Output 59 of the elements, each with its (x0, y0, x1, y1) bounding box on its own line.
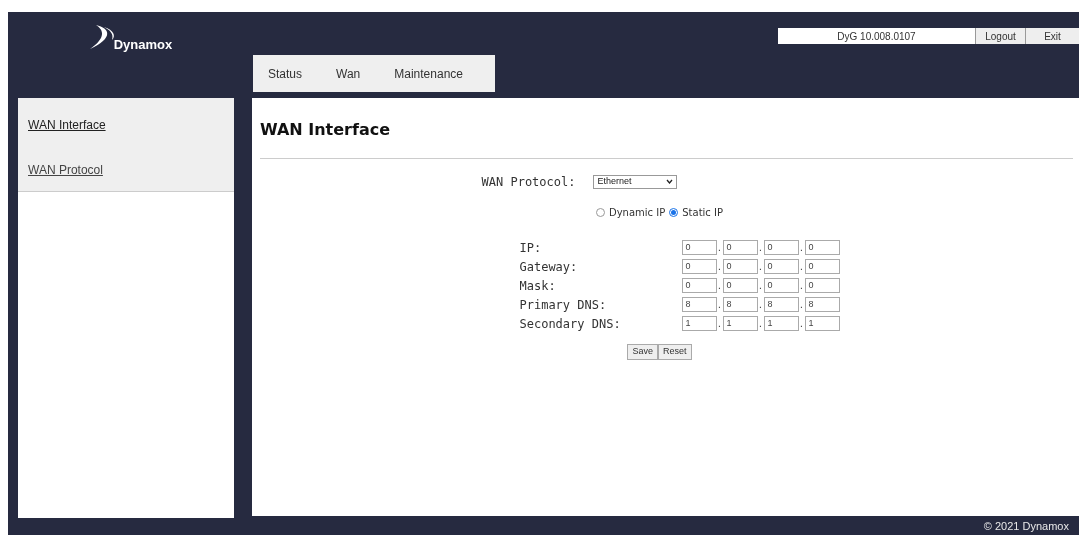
octet-separator: . (717, 317, 722, 331)
octet-separator: . (799, 317, 804, 331)
nav-tab[interactable]: Maintenance (394, 64, 463, 83)
octet-input[interactable]: 0 (763, 278, 799, 293)
octet-input[interactable]: 8 (804, 297, 840, 312)
logo-text: Dynamox (113, 35, 173, 54)
octet-input[interactable]: 0 (681, 240, 717, 255)
octet-input[interactable]: 0 (722, 259, 758, 274)
octet-separator: . (799, 279, 804, 293)
octet-input[interactable]: 0 (681, 259, 717, 274)
octet-separator: . (799, 260, 804, 274)
field-label: IP: (519, 239, 543, 257)
field-label: Primary DNS: (519, 296, 608, 314)
sidebar-link[interactable]: WAN Protocol (28, 160, 224, 179)
octet-input[interactable]: 1 (722, 316, 758, 331)
reset-button[interactable]: Reset (658, 343, 692, 360)
octet-separator: . (758, 260, 763, 274)
octet-input[interactable]: 0 (763, 259, 799, 274)
octet-input[interactable]: 0 (804, 259, 840, 274)
octet-input[interactable]: 8 (681, 297, 717, 312)
version-field: DyG 10.008.0107 (778, 28, 975, 44)
octet-separator: . (758, 279, 763, 293)
radio-label: Static IP (682, 205, 723, 220)
octet-separator: . (717, 298, 722, 312)
exit-button[interactable]: Exit (1025, 28, 1079, 44)
octet-input[interactable]: 0 (804, 278, 840, 293)
protocol-label: WAN Protocol: (481, 173, 576, 191)
octet-input[interactable]: 1 (681, 316, 717, 331)
nav-tab[interactable]: Status (268, 64, 303, 83)
octet-input[interactable]: 1 (804, 316, 840, 331)
logout-button[interactable]: Logout (975, 28, 1025, 44)
protocol-select[interactable]: Ethernet (593, 174, 678, 189)
sidebar-link[interactable]: WAN Interface (28, 115, 224, 134)
radio-label: Dynamic IP (609, 205, 666, 220)
octet-separator: . (717, 279, 722, 293)
octet-input[interactable]: 8 (722, 297, 758, 312)
octet-separator: . (717, 260, 722, 274)
octet-input[interactable]: 8 (763, 297, 799, 312)
field-label: Gateway: (519, 258, 579, 276)
save-button[interactable]: Save (627, 343, 658, 360)
octet-separator: . (758, 298, 763, 312)
octet-separator: . (799, 298, 804, 312)
octet-input[interactable]: 0 (804, 240, 840, 255)
select-value: Ethernet (597, 174, 632, 188)
nav-tab[interactable]: Wan (336, 64, 361, 83)
octet-input[interactable]: 0 (681, 278, 717, 293)
copyright-text: © 2021 Dynamox (983, 519, 1069, 534)
octet-separator: . (717, 241, 722, 255)
octet-input[interactable]: 0 (763, 240, 799, 255)
octet-separator: . (799, 241, 804, 255)
octet-input[interactable]: 0 (722, 240, 758, 255)
field-label: Mask: (519, 277, 557, 295)
octet-input[interactable]: 0 (722, 278, 758, 293)
octet-input[interactable]: 1 (763, 316, 799, 331)
page-title: WAN Interface (260, 118, 392, 141)
chevron-down-icon (666, 179, 674, 184)
field-label: Secondary DNS: (519, 315, 622, 333)
octet-separator: . (758, 241, 763, 255)
octet-separator: . (758, 317, 763, 331)
